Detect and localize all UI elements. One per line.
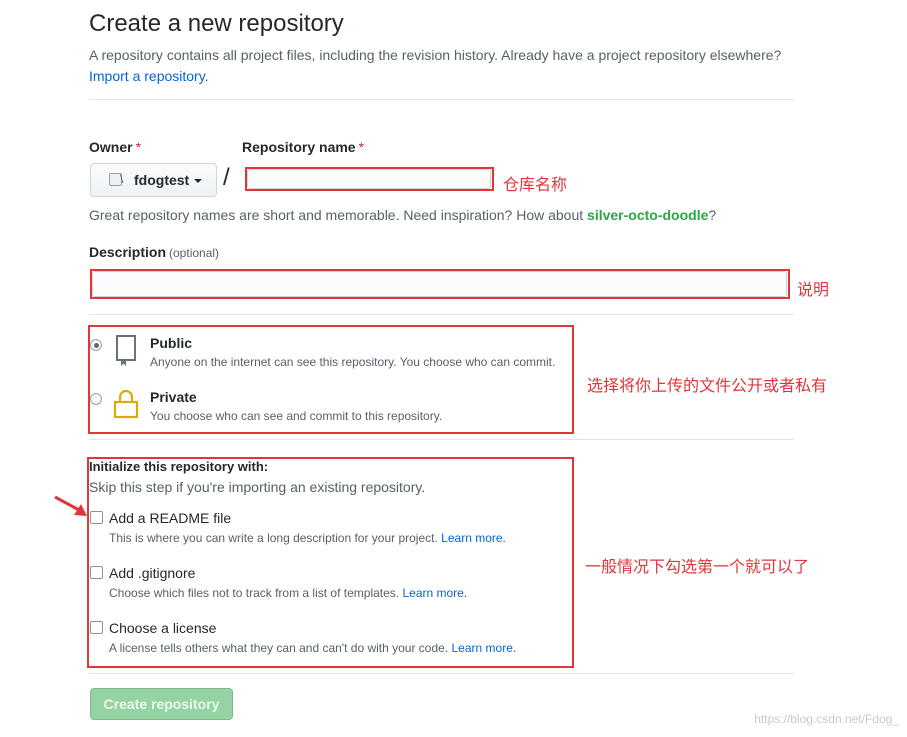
repository-name-label-text: Repository name	[242, 139, 356, 155]
annotation-initialize: 一般情况下勾选第一个就可以了	[585, 557, 810, 576]
description-label: Description (optional)	[89, 244, 219, 260]
readme-desc-text: This is where you can write a long descr…	[109, 531, 438, 545]
caret-down-icon	[194, 179, 203, 183]
annotation-repo-name: 仓库名称	[503, 175, 568, 194]
subtitle-text: A repository contains all project files,…	[89, 47, 782, 63]
initialize-subtitle: Skip this step if you're importing an ex…	[89, 479, 426, 495]
private-option-title: Private	[150, 389, 197, 405]
initialize-title: Initialize this repository with:	[89, 459, 269, 474]
divider	[89, 314, 794, 315]
suggested-name-link[interactable]: silver-octo-doodle	[587, 207, 708, 223]
repository-name-hint: Great repository names are short and mem…	[89, 207, 716, 223]
owner-select-button[interactable]: \ fdogtest	[90, 163, 217, 197]
readme-checkbox[interactable]	[90, 511, 103, 524]
avatar: \	[107, 170, 127, 190]
gitignore-option-description: Choose which files not to track from a l…	[109, 586, 467, 600]
required-mark: *	[358, 139, 365, 155]
required-mark: *	[135, 139, 142, 155]
learn-more-link[interactable]: Learn more.	[452, 641, 517, 655]
private-option-description: You choose who can see and commit to thi…	[150, 409, 443, 423]
gitignore-checkbox[interactable]	[90, 566, 103, 579]
annotation-visibility: 选择将你上传的文件公开或者私有	[587, 376, 828, 395]
public-radio[interactable]	[90, 339, 102, 351]
description-input[interactable]	[92, 271, 787, 297]
readme-option-title: Add a README file	[109, 510, 232, 526]
divider	[89, 439, 794, 440]
avatar-alt-text: \	[120, 172, 124, 186]
readme-option-description: This is where you can write a long descr…	[109, 531, 506, 545]
gitignore-option-title: Add .gitignore	[109, 565, 196, 581]
public-option-description: Anyone on the internet can see this repo…	[150, 355, 556, 369]
license-option-description: A license tells others what they can and…	[109, 641, 516, 655]
license-option-title: Choose a license	[109, 620, 217, 636]
license-desc-text: A license tells others what they can and…	[109, 641, 449, 655]
repository-name-label: Repository name *	[242, 139, 364, 155]
description-label-text: Description	[89, 244, 167, 260]
import-repository-link[interactable]: Import a repository.	[89, 68, 209, 84]
learn-more-link[interactable]: Learn more.	[402, 586, 467, 600]
gitignore-desc-text: Choose which files not to track from a l…	[109, 586, 400, 600]
page-subtitle: A repository contains all project files,…	[89, 45, 809, 87]
owner-label-text: Owner	[89, 139, 133, 155]
lock-icon	[113, 389, 139, 419]
license-checkbox[interactable]	[90, 621, 103, 634]
repo-book-icon	[116, 335, 136, 366]
owner-repo-separator: /	[223, 164, 230, 191]
private-radio[interactable]	[90, 393, 102, 405]
divider	[89, 99, 794, 100]
optional-text: (optional)	[169, 246, 220, 260]
owner-selected-value: fdogtest	[134, 172, 190, 188]
repository-name-input[interactable]	[247, 169, 491, 189]
owner-label: Owner *	[89, 139, 141, 155]
learn-more-link[interactable]: Learn more.	[441, 531, 506, 545]
annotation-description: 说明	[797, 280, 830, 299]
hint-end: ?	[708, 207, 717, 223]
public-option-title: Public	[150, 335, 193, 351]
page-title: Create a new repository	[89, 10, 344, 37]
create-repository-button[interactable]: Create repository	[90, 688, 233, 720]
red-arrow-icon	[54, 495, 87, 516]
watermark: https://blog.csdn.net/Fdog_	[754, 712, 899, 726]
divider	[89, 673, 794, 674]
hint-text: Great repository names are short and mem…	[89, 207, 588, 223]
